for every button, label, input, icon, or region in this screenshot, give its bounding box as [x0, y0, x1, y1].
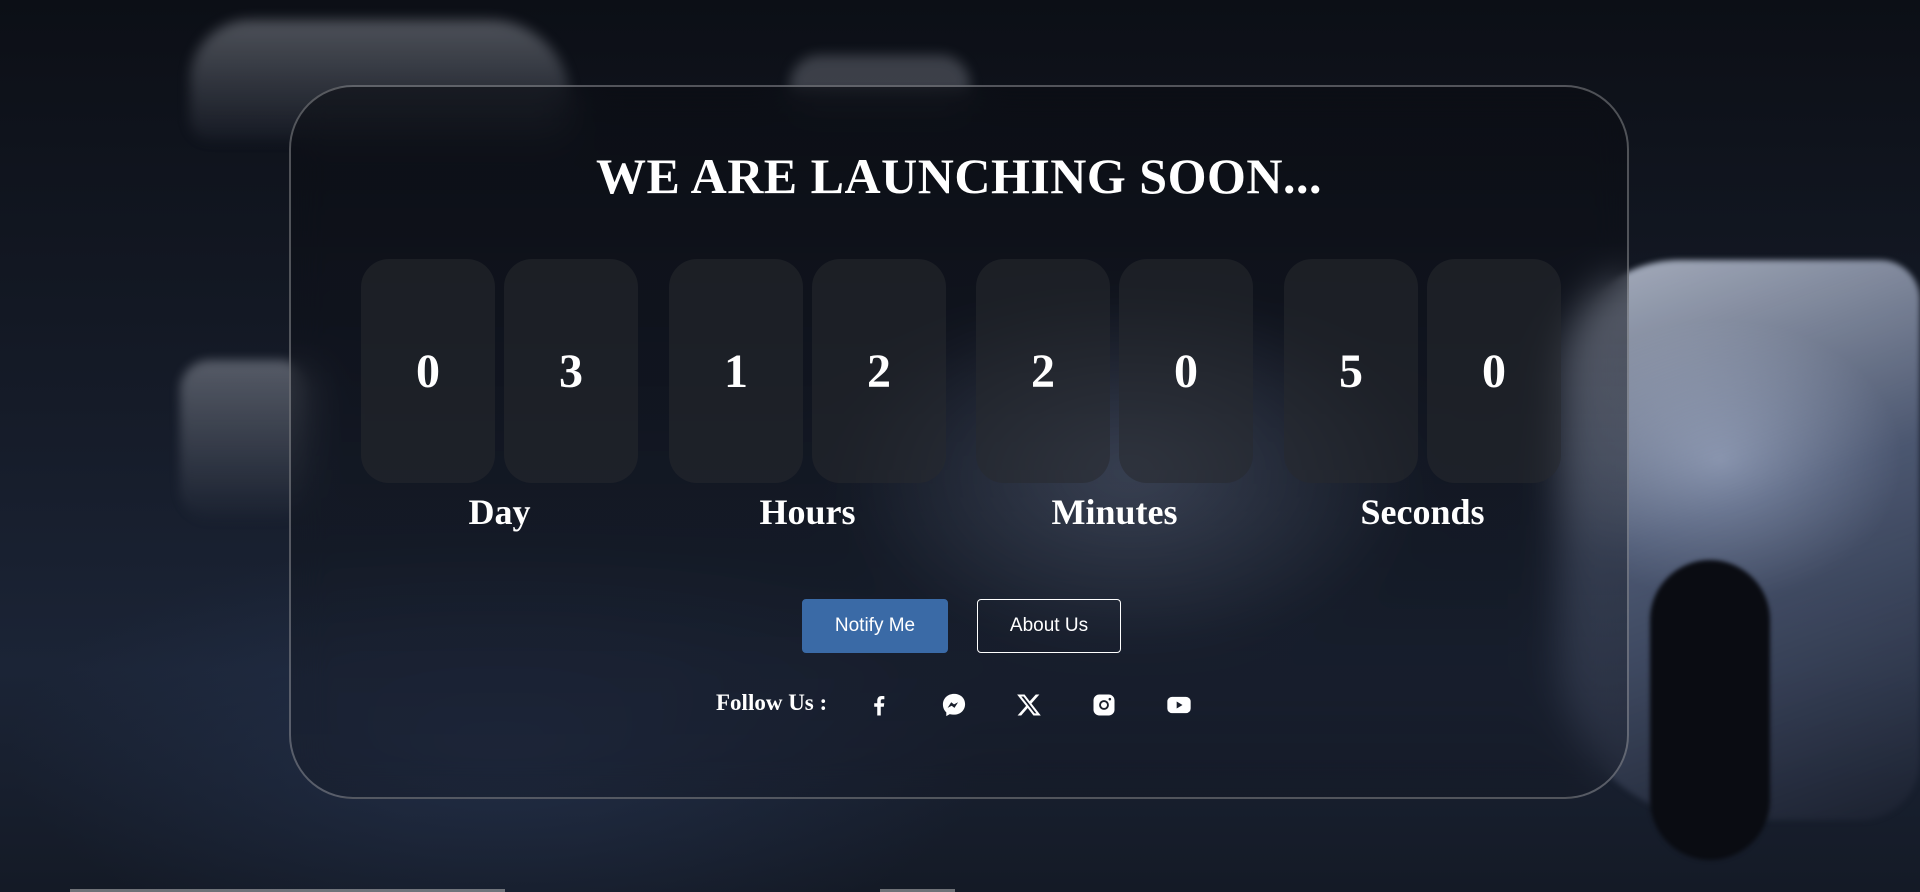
messenger-icon[interactable]	[936, 687, 972, 723]
background-car-wheel	[1650, 560, 1770, 860]
launch-card: WE ARE LAUNCHING SOON... 0 3 Day 1 2 Hou…	[289, 85, 1629, 799]
minutes-label: Minutes	[1051, 492, 1178, 532]
facebook-icon[interactable]	[861, 687, 897, 723]
day-digit-2: 3	[504, 259, 638, 483]
hours-label: Hours	[759, 492, 856, 532]
notify-me-button[interactable]: Notify Me	[802, 599, 948, 653]
follow-us-label: Follow Us :	[716, 690, 828, 715]
page-title: WE ARE LAUNCHING SOON...	[596, 148, 1322, 204]
hours-digit-2: 2	[812, 259, 946, 483]
hours-digit-1: 1	[669, 259, 803, 483]
day-digit-1: 0	[361, 259, 495, 483]
seconds-label: Seconds	[1360, 492, 1485, 532]
about-us-button[interactable]: About Us	[977, 599, 1121, 653]
countdown: 0 3 Day 1 2 Hours 2 0 Minutes 5 0 Second…	[361, 259, 1561, 539]
minutes-digit-1: 2	[976, 259, 1110, 483]
instagram-icon[interactable]	[1086, 687, 1122, 723]
minutes-digit-2: 0	[1119, 259, 1253, 483]
x-icon[interactable]	[1011, 687, 1047, 723]
seconds-digit-1: 5	[1284, 259, 1418, 483]
seconds-digit-2: 0	[1427, 259, 1561, 483]
day-label: Day	[468, 492, 531, 532]
youtube-icon[interactable]	[1161, 687, 1197, 723]
